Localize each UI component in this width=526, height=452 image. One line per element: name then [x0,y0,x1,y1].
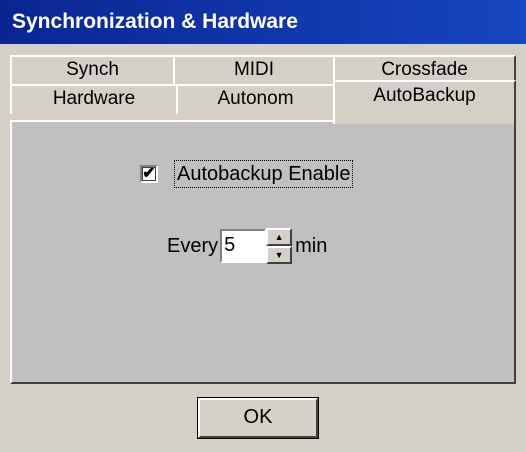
arrow-up-icon: ▲ [274,231,284,242]
synchronization-hardware-dialog: Synchronization & Hardware Synch MIDI Cr… [0,0,526,452]
window-title: Synchronization & Hardware [0,0,526,44]
unit-label: min [295,234,328,257]
spin-up-button[interactable]: ▲ [266,228,293,246]
tab-autonom[interactable]: Autonom [176,84,335,114]
autobackup-enable-row: ✔ Autobackup Enable [140,159,354,189]
tab-hardware[interactable]: Hardware [10,84,178,114]
ok-button[interactable]: OK [197,397,319,439]
backup-interval-row: Every 5 ▲ ▼ min [167,226,327,266]
check-icon: ✔ [142,165,156,182]
every-label: Every [167,234,219,257]
arrow-down-icon: ▼ [274,249,284,260]
tab-synch[interactable]: Synch [10,55,175,86]
tab-autobackup[interactable]: AutoBackup [333,80,516,124]
autobackup-panel: ✔ Autobackup Enable Every 5 ▲ ▼ min [10,120,516,384]
interval-input[interactable]: 5 [220,229,267,263]
autobackup-enable-label[interactable]: Autobackup Enable [174,160,354,188]
tab-midi[interactable]: MIDI [173,55,335,86]
spin-down-button[interactable]: ▼ [266,246,293,264]
interval-spinner: ▲ ▼ [266,228,293,264]
autobackup-enable-checkbox[interactable]: ✔ [140,165,158,183]
